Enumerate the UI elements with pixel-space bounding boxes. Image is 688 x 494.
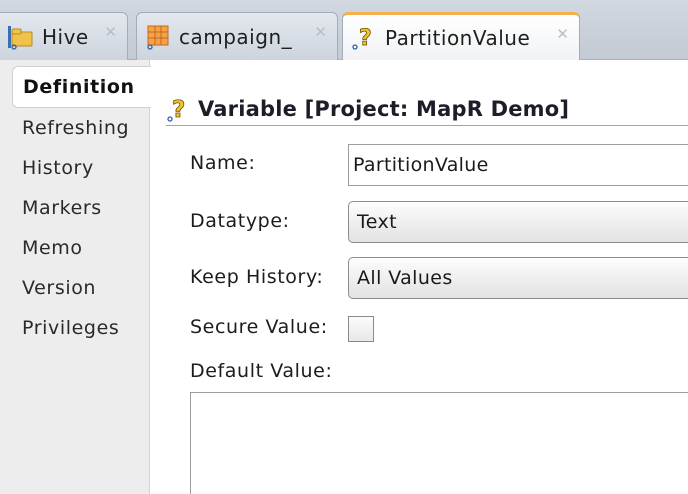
definition-panel: ? Variable [Project: MapR Demo] Name: Da… [150,60,688,494]
definition-sidebar: Definition Refreshing History Markers Me… [0,60,151,494]
sidebar-item-history[interactable]: History [0,148,149,188]
secure-value-label: Secure Value: [190,316,328,338]
sidebar-item-markers[interactable]: Markers [0,188,149,228]
tab-label: Hive [42,24,89,49]
tab-campaign[interactable]: campaign_ ✕ [136,12,338,60]
keep-history-label: Keep History: [190,266,324,288]
tab-partitionvalue[interactable]: ? PartitionValue ✕ [342,12,580,61]
tab-hive[interactable]: Hive ✕ [0,12,128,60]
sidebar-item-refreshing[interactable]: Refreshing [0,108,149,148]
variable-question-icon: ? [166,95,192,123]
datatype-select[interactable]: Text [348,201,688,243]
section-header: ? Variable [Project: MapR Demo] [166,92,688,126]
svg-text:?: ? [172,97,185,123]
name-label: Name: [190,152,256,174]
sidebar-item-version[interactable]: Version [0,268,149,308]
sidebar-item-definition[interactable]: Definition [12,66,151,108]
svg-text:?: ? [359,26,372,51]
editor-tab-bar: Hive ✕ campaign_ ✕ ? PartitionValue ✕ [0,0,688,61]
datastore-table-icon [145,24,171,50]
close-icon[interactable]: ✕ [556,25,569,43]
variable-editor-window: Hive ✕ campaign_ ✕ ? PartitionValue ✕ De… [0,0,688,494]
secure-value-checkbox[interactable] [348,316,374,342]
close-icon[interactable]: ✕ [314,23,327,41]
hive-folder-icon [8,24,34,50]
sidebar-item-memo[interactable]: Memo [0,228,149,268]
tab-label: PartitionValue [385,26,531,50]
sidebar-item-privileges[interactable]: Privileges [0,308,149,348]
name-field[interactable] [348,144,688,186]
close-icon[interactable]: ✕ [104,23,117,41]
tab-label: campaign_ [179,24,293,49]
keep-history-select[interactable]: All Values [348,257,688,299]
datatype-label: Datatype: [190,210,290,232]
default-value-textarea[interactable] [190,392,688,494]
default-value-label: Default Value: [190,360,333,382]
section-title: Variable [Project: MapR Demo] [198,96,570,121]
variable-question-icon: ? [351,25,377,51]
